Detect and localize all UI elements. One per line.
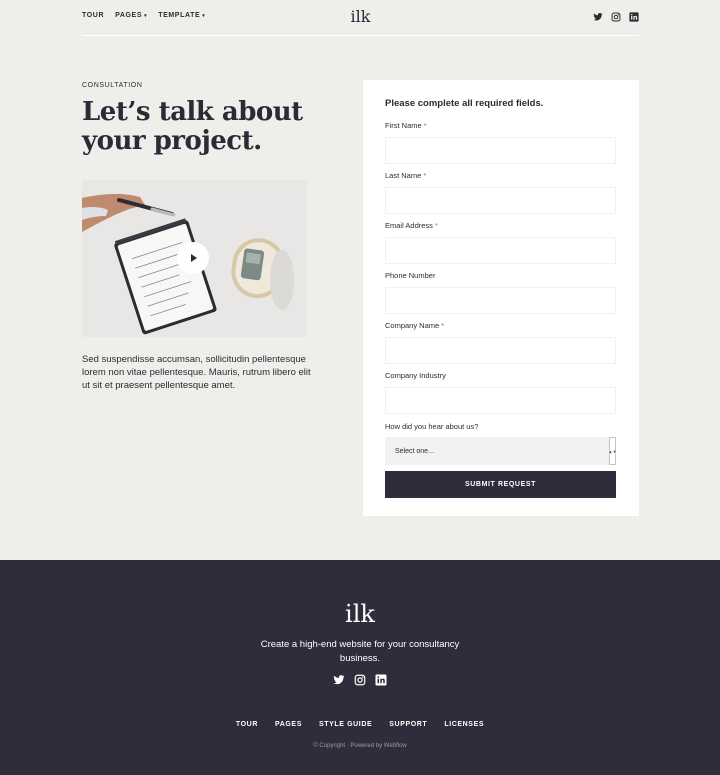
last-name-field[interactable] [385,187,616,214]
play-icon [191,254,197,262]
footer-socials [333,674,387,686]
required-marker: * [423,171,427,180]
footer-link-licenses[interactable]: LICENSES [444,721,484,728]
nav-link-label: TOUR [82,12,105,19]
company-name-field[interactable] [385,337,616,364]
source-select[interactable]: Select one... ▲▼ [385,437,616,465]
first-name-label: First Name * [385,121,427,130]
submit-request-button[interactable]: SUBMIT REQUEST [385,471,616,498]
phone-label: Phone Number [385,271,435,280]
email-label: Email Address * [385,221,438,230]
company-industry-field[interactable] [385,387,616,414]
footer-link-pages[interactable]: PAGES [275,721,302,728]
label-text: Phone Number [385,271,436,280]
source-question-label: How did you hear about us? [385,422,479,431]
nav-link-tour[interactable]: TOUR [82,12,104,19]
phone-field[interactable] [385,287,616,314]
footer-link-style-guide[interactable]: STYLE GUIDE [319,721,372,728]
nav-links: TOUR PAGES ▾ TEMPLATE ▾ [82,12,205,19]
instagram-icon[interactable] [611,12,621,22]
company-name-label: Company Name * [385,321,444,330]
company-industry-label: Company Industry [385,371,446,380]
linkedin-icon[interactable] [629,12,639,22]
first-name-field[interactable] [385,137,616,164]
chevron-down-icon: ▾ [144,12,148,19]
copyright-text: © Copyright · Powered by Webflow [313,743,407,749]
label-text: First Name [385,121,422,130]
nav-link-template[interactable]: TEMPLATE ▾ [158,12,205,19]
intro-paragraph: Sed suspendisse accumsan, sollicitudin p… [82,354,311,391]
nav-link-pages[interactable]: PAGES ▾ [115,12,147,19]
email-field[interactable] [385,237,616,264]
instagram-icon[interactable] [354,674,366,686]
last-name-label: Last Name * [385,171,426,180]
select-arrows-icon: ▲▼ [609,437,616,465]
footer-links: TOUR PAGES STYLE GUIDE SUPPORT LICENSES [236,721,484,728]
footer-link-tour[interactable]: TOUR [236,721,258,728]
site-logo[interactable]: ilk [351,7,371,26]
required-marker: * [441,321,445,330]
hero-image [82,180,307,337]
required-marker: * [434,221,438,230]
footer-link-support[interactable]: SUPPORT [389,721,427,728]
section-eyebrow: CONSULTATION [82,82,143,89]
twitter-icon[interactable] [593,12,603,22]
twitter-icon[interactable] [333,674,345,686]
consultation-form: Please complete all required fields. Fir… [363,80,639,516]
chevron-down-icon: ▾ [202,12,206,19]
label-text: Last Name [385,171,422,180]
label-text: Company Name [385,321,440,330]
page-title: Let’s talk about your project. [82,97,303,156]
play-button[interactable] [177,242,209,274]
nav-link-label: PAGES [115,12,143,19]
label-text: Email Address [385,221,433,230]
nav-link-label: TEMPLATE [158,12,201,19]
select-value: Select one... [395,447,434,455]
footer-tagline: Create a high-end website for your consu… [260,639,460,664]
label-text: Company Industry [385,371,446,380]
nav-socials [593,12,639,22]
form-title: Please complete all required fields. [385,98,544,109]
required-marker: * [423,121,427,130]
top-nav: TOUR PAGES ▾ TEMPLATE ▾ ilk [82,0,639,36]
footer-logo[interactable]: ilk [345,600,375,628]
linkedin-icon[interactable] [375,674,387,686]
site-footer: ilk Create a high-end website for your c… [0,560,720,775]
